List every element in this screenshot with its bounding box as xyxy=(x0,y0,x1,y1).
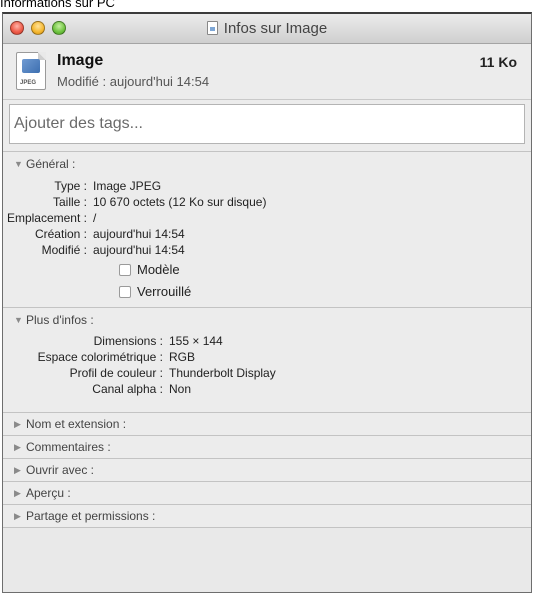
general-created-label: Création : xyxy=(34,227,87,241)
section-comments-header[interactable]: ▶ Commentaires : xyxy=(3,436,531,458)
section-general-title: Général : xyxy=(26,157,76,171)
general-row-type: Type : Image JPEG xyxy=(3,179,531,195)
general-type-label: Type : xyxy=(54,179,87,193)
general-row-created: Création : aujourd'hui 14:54 xyxy=(3,227,531,243)
general-size-label: Taille : xyxy=(52,195,87,209)
section-open-with-header[interactable]: ▶ Ouvrir avec : xyxy=(3,459,531,481)
general-details: Type : Image JPEG Taille : 10 670 octets… xyxy=(3,176,531,307)
general-size-value: 10 670 octets (12 Ko sur disque) xyxy=(93,195,267,209)
section-general: ▼ Général : Type : Image JPEG Taille : 1… xyxy=(3,152,531,308)
section-open-with-title: Ouvrir avec : xyxy=(26,463,95,477)
section-preview-title: Aperçu : xyxy=(26,486,71,500)
general-created-value: aujourd'hui 14:54 xyxy=(93,227,185,241)
more-colorspace-label: Espace colorimétrique : xyxy=(37,350,163,364)
section-comments: ▶ Commentaires : xyxy=(3,436,531,459)
more-profile-label: Profil de couleur : xyxy=(69,366,163,380)
section-preview-header[interactable]: ▶ Aperçu : xyxy=(3,482,531,504)
template-checkbox[interactable] xyxy=(119,263,131,276)
section-comments-title: Commentaires : xyxy=(26,440,111,454)
window-title: Infos sur Image xyxy=(3,20,531,37)
more-row-colorspace: Espace colorimétrique : RGB xyxy=(3,350,531,366)
file-header: JPEG Image Modifié : aujourd'hui 14:54 1… xyxy=(3,44,531,100)
locked-checkbox[interactable] xyxy=(119,285,131,298)
section-name-extension-header[interactable]: ▶ Nom et extension : xyxy=(3,413,531,435)
page-caption: Informations sur PC xyxy=(0,0,115,10)
section-more-info-title: Plus d'infos : xyxy=(26,313,94,327)
document-icon xyxy=(206,21,218,35)
more-row-alpha: Canal alpha : Non xyxy=(3,382,531,398)
more-row-dimensions: Dimensions : 155 × 144 xyxy=(3,334,531,350)
tags-input[interactable] xyxy=(9,104,525,144)
section-general-header[interactable]: ▼ Général : xyxy=(3,152,531,176)
file-size: 11 Ko xyxy=(479,54,517,70)
general-row-modified: Modifié : aujourd'hui 14:54 xyxy=(3,243,531,259)
locked-checkbox-row[interactable]: Verrouillé xyxy=(119,284,191,299)
general-modified-label: Modifié : xyxy=(41,243,87,257)
window-title-text: Infos sur Image xyxy=(223,20,328,37)
more-dimensions-value: 155 × 144 xyxy=(169,334,223,348)
general-type-value: Image JPEG xyxy=(93,179,162,193)
file-name: Image xyxy=(57,52,104,69)
section-name-extension: ▶ Nom et extension : xyxy=(3,413,531,436)
disclosure-triangle-right-icon: ▶ xyxy=(14,510,21,521)
more-row-profile: Profil de couleur : Thunderbolt Display xyxy=(3,366,531,382)
general-location-label: Emplacement : xyxy=(6,211,87,225)
general-row-size: Taille : 10 670 octets (12 Ko sur disque… xyxy=(3,195,531,211)
disclosure-triangle-right-icon: ▶ xyxy=(14,441,21,452)
file-modified: Modifié : aujourd'hui 14:54 xyxy=(57,74,210,89)
more-dimensions-label: Dimensions : xyxy=(93,334,163,348)
general-modified-value: aujourd'hui 14:54 xyxy=(93,243,185,257)
tags-area xyxy=(3,100,531,152)
section-sharing-permissions-header[interactable]: ▶ Partage et permissions : xyxy=(3,505,531,527)
more-colorspace-value: RGB xyxy=(169,350,196,364)
disclosure-triangle-right-icon: ▶ xyxy=(14,418,21,429)
more-alpha-label: Canal alpha : xyxy=(92,382,163,396)
jpeg-file-icon: JPEG xyxy=(16,52,46,90)
section-name-extension-title: Nom et extension : xyxy=(26,417,127,431)
section-sharing-permissions-title: Partage et permissions : xyxy=(26,509,156,523)
template-checkbox-label: Modèle xyxy=(137,262,180,277)
section-more-info-header[interactable]: ▼ Plus d'infos : xyxy=(3,308,531,332)
info-window: Infos sur Image JPEG Image Modifié : auj… xyxy=(2,12,532,593)
general-location-value: / xyxy=(93,211,97,225)
section-sharing-permissions: ▶ Partage et permissions : xyxy=(3,505,531,528)
section-preview: ▶ Aperçu : xyxy=(3,482,531,505)
more-profile-value: Thunderbolt Display xyxy=(169,366,276,380)
title-bar[interactable]: Infos sur Image xyxy=(3,14,531,44)
disclosure-triangle-right-icon: ▶ xyxy=(14,487,21,498)
more-info-details: Dimensions : 155 × 144 Espace colorimétr… xyxy=(3,332,531,412)
more-alpha-value: Non xyxy=(169,382,192,396)
disclosure-triangle-down-icon: ▼ xyxy=(14,315,23,325)
template-checkbox-row[interactable]: Modèle xyxy=(119,262,180,277)
section-open-with: ▶ Ouvrir avec : xyxy=(3,459,531,482)
section-more-info: ▼ Plus d'infos : Dimensions : 155 × 144 … xyxy=(3,308,531,413)
disclosure-triangle-down-icon: ▼ xyxy=(14,159,23,169)
disclosure-triangle-right-icon: ▶ xyxy=(14,464,21,475)
file-icon-tag: JPEG xyxy=(20,80,37,86)
locked-checkbox-label: Verrouillé xyxy=(137,284,192,299)
general-row-location: Emplacement : / xyxy=(3,211,531,227)
